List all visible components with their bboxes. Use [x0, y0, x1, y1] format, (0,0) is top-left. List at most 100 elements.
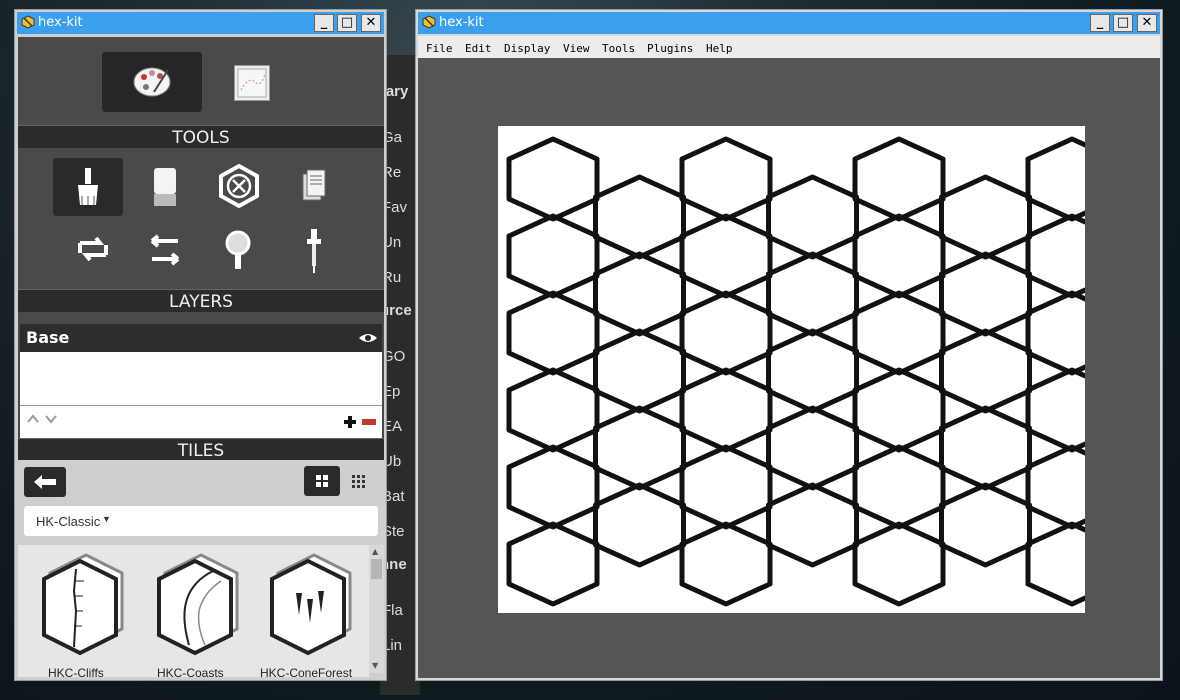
- notes-icon: [302, 169, 326, 201]
- hex-cell[interactable]: [852, 136, 946, 222]
- hex-cell[interactable]: [593, 482, 686, 568]
- hex-cell[interactable]: [593, 405, 686, 491]
- hex-cell[interactable]: [939, 328, 1032, 414]
- hex-cell[interactable]: [1025, 521, 1119, 607]
- hex-cell[interactable]: [679, 136, 773, 222]
- hex-cell[interactable]: [939, 174, 1032, 260]
- hex-cell[interactable]: [766, 174, 859, 260]
- hex-cell[interactable]: [766, 251, 859, 337]
- tiles-area: HK-Classic ▼ HKC-Cliffs HKC-Coasts HKC-C…: [18, 460, 384, 677]
- rotate-tool-button[interactable]: [58, 221, 128, 279]
- title-bar[interactable]: hex-kit _ □ ✕: [17, 12, 384, 34]
- hex-cell[interactable]: [593, 328, 686, 414]
- remove-layer-icon[interactable]: [362, 419, 376, 427]
- hex-grid[interactable]: [498, 126, 1119, 613]
- maximize-button[interactable]: □: [1113, 14, 1133, 32]
- eyedropper-tool-button[interactable]: [279, 221, 349, 279]
- menu-edit[interactable]: Edit: [465, 42, 492, 55]
- hex-cell[interactable]: [506, 290, 600, 376]
- scroll-down-icon[interactable]: ▼: [372, 661, 378, 670]
- back-button[interactable]: [24, 467, 66, 497]
- tile-item[interactable]: HKC-ConeForest: [256, 551, 366, 677]
- hex-cell[interactable]: [852, 290, 946, 376]
- eraser-tool-button[interactable]: [130, 158, 200, 216]
- coasts-tile-icon: [157, 553, 239, 656]
- scroll-up-icon[interactable]: ▲: [372, 547, 378, 556]
- menu-file[interactable]: File: [426, 42, 453, 55]
- hex-cell[interactable]: [939, 405, 1032, 491]
- hex-cell[interactable]: [766, 328, 859, 414]
- layer-name: Base: [26, 328, 70, 347]
- hex-cell[interactable]: [766, 482, 859, 568]
- layers-header: LAYERS: [18, 289, 384, 312]
- add-layer-icon[interactable]: [344, 416, 356, 428]
- menu-view[interactable]: View: [563, 42, 590, 55]
- map-canvas[interactable]: [418, 58, 1160, 678]
- hex-cell[interactable]: [939, 251, 1032, 337]
- hex-cell[interactable]: [679, 213, 773, 299]
- hex-cell[interactable]: [766, 405, 859, 491]
- map-mode-button[interactable]: [234, 65, 270, 101]
- app-icon: [21, 15, 35, 29]
- maximize-button[interactable]: □: [337, 14, 357, 32]
- hex-cell[interactable]: [852, 444, 946, 530]
- hex-cell[interactable]: [852, 521, 946, 607]
- close-button[interactable]: ✕: [361, 14, 381, 32]
- eyedropper-icon: [307, 229, 321, 273]
- hex-cell[interactable]: [679, 521, 773, 607]
- swap-tool-button[interactable]: [130, 221, 200, 279]
- hex-cell[interactable]: [593, 174, 686, 260]
- hex-cell[interactable]: [506, 213, 600, 299]
- hex-cell[interactable]: [1025, 367, 1119, 453]
- layer-controls: [20, 405, 382, 436]
- palette-mode-button[interactable]: [102, 52, 202, 112]
- hex-map-paper[interactable]: [498, 126, 1119, 613]
- tile-item[interactable]: HKC-Coasts: [143, 551, 243, 677]
- clear-hex-tool-button[interactable]: [204, 158, 274, 216]
- tileset-select[interactable]: HK-Classic ▼: [24, 506, 378, 536]
- small-grid-view-icon[interactable]: [351, 474, 367, 490]
- close-button[interactable]: ✕: [1137, 14, 1157, 32]
- menu-plugins[interactable]: Plugins: [647, 42, 693, 55]
- magnifier-tool-button[interactable]: [204, 221, 274, 279]
- hex-cell[interactable]: [679, 290, 773, 376]
- brush-icon: [78, 168, 98, 205]
- hex-cell[interactable]: [679, 367, 773, 453]
- layer-row[interactable]: Base: [20, 324, 382, 352]
- minimize-button[interactable]: _: [1090, 14, 1110, 32]
- hex-cell[interactable]: [1025, 213, 1119, 299]
- brush-tool-button[interactable]: [53, 158, 123, 216]
- tile-scrollbar[interactable]: ▲ ▼: [369, 545, 384, 673]
- visibility-eye-icon[interactable]: [358, 332, 378, 344]
- hex-cell[interactable]: [593, 251, 686, 337]
- window-title: hex-kit: [38, 15, 83, 30]
- magnifier-icon: [225, 230, 251, 269]
- menu-help[interactable]: Help: [706, 42, 733, 55]
- hex-cell[interactable]: [1025, 136, 1119, 222]
- hex-cell[interactable]: [939, 482, 1032, 568]
- move-layer-up-down-icon[interactable]: [26, 412, 60, 426]
- tile-label: HKC-Coasts: [157, 666, 224, 677]
- hex-cell[interactable]: [852, 213, 946, 299]
- hex-cell[interactable]: [506, 367, 600, 453]
- large-grid-view-button[interactable]: [304, 466, 340, 496]
- hex-cell[interactable]: [852, 367, 946, 453]
- minimize-button[interactable]: _: [314, 14, 334, 32]
- hex-cell[interactable]: [506, 444, 600, 530]
- hex-cell[interactable]: [506, 521, 600, 607]
- scrollbar-thumb[interactable]: [371, 559, 382, 579]
- hex-cell[interactable]: [1025, 290, 1119, 376]
- tileset-select-value: HK-Classic: [36, 514, 101, 529]
- hex-cell[interactable]: [679, 444, 773, 530]
- chevron-down-icon: ▼: [102, 514, 111, 524]
- palette-icon: [133, 67, 171, 97]
- tile-gallery: HKC-Cliffs HKC-Coasts HKC-ConeForest: [18, 545, 369, 677]
- notes-tool-button[interactable]: [279, 158, 349, 216]
- menu-display[interactable]: Display: [504, 42, 550, 55]
- tile-item[interactable]: HKC-Cliffs: [28, 551, 128, 677]
- cone-forest-tile-icon: [270, 553, 352, 656]
- menu-tools[interactable]: Tools: [602, 42, 635, 55]
- hex-cell[interactable]: [506, 136, 600, 222]
- title-bar[interactable]: hex-kit _ □ ✕: [418, 12, 1160, 34]
- hex-cell[interactable]: [1025, 444, 1119, 530]
